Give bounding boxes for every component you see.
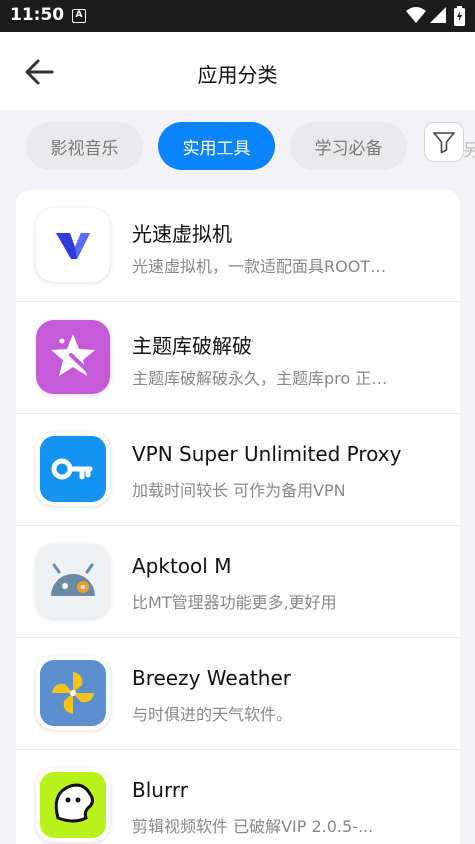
status-bar: 11:50 A — [0, 0, 475, 32]
app-name: VPN Super Unlimited Proxy — [132, 442, 402, 466]
app-list: 光速虚拟机 光速虚拟机，一款适配面具ROOT… 主题库破解破 主题库破解破永久，… — [16, 190, 460, 844]
blurrr-face-icon — [36, 768, 110, 842]
app-description: 主题库破解破永久，主题库pro 正… — [132, 369, 388, 388]
app-list-item[interactable]: 光速虚拟机 光速虚拟机，一款适配面具ROOT… — [16, 190, 460, 302]
battery-icon — [454, 6, 465, 26]
app-description: 比MT管理器功能更多,更好用 — [132, 593, 337, 612]
app-description: 光速虚拟机，一款适配面具ROOT… — [132, 257, 387, 276]
notification-icon: A — [72, 9, 86, 23]
signal-icon — [430, 7, 446, 23]
tab-peek-label: 另 — [463, 141, 475, 161]
filter-button[interactable] — [424, 122, 464, 162]
status-time: 11:50 — [10, 5, 65, 25]
category-tabs: 影视音乐 实用工具 学习必备 另 — [0, 110, 475, 186]
app-list-item[interactable]: Breezy Weather 与时俱进的天气软件。 — [16, 638, 460, 750]
app-description: 加载时间较长 可作为备用VPN — [132, 481, 346, 500]
app-name: Breezy Weather — [132, 666, 292, 690]
android-gear-icon — [36, 544, 110, 618]
wifi-icon — [406, 7, 426, 23]
app-description: 剪辑视频软件 已破解VIP 2.0.5-... — [132, 817, 374, 836]
app-list-item[interactable]: Blurrr 剪辑视频软件 已破解VIP 2.0.5-... — [16, 750, 460, 844]
app-list-item[interactable]: Apktool M 比MT管理器功能更多,更好用 — [16, 526, 460, 638]
tab-study[interactable]: 学习必备 — [290, 122, 407, 170]
app-name: 主题库破解破 — [132, 334, 252, 358]
filter-icon — [433, 132, 455, 154]
app-name: Apktool M — [132, 554, 232, 578]
lightspeed-v-icon — [36, 208, 110, 282]
app-name: 光速虚拟机 — [132, 222, 232, 246]
pinwheel-icon — [36, 656, 110, 730]
tab-utilities[interactable]: 实用工具 — [158, 122, 275, 170]
theme-star-icon — [36, 320, 110, 394]
page-title: 应用分类 — [197, 63, 278, 87]
app-header: 应用分类 — [0, 32, 475, 110]
app-name: Blurrr — [132, 778, 188, 802]
app-list-item[interactable]: 主题库破解破 主题库破解破永久，主题库pro 正… — [16, 302, 460, 414]
app-list-item[interactable]: VPN Super Unlimited Proxy 加载时间较长 可作为备用VP… — [16, 414, 460, 526]
vpn-key-icon — [36, 432, 110, 506]
tab-video-music[interactable]: 影视音乐 — [26, 122, 143, 170]
app-description: 与时俱进的天气软件。 — [132, 705, 293, 724]
